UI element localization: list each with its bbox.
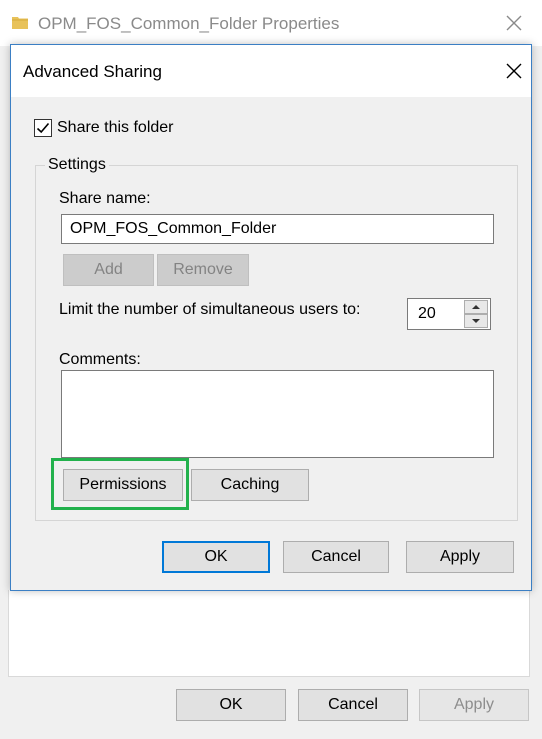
properties-ok-button[interactable]: OK xyxy=(176,689,286,721)
share-folder-label[interactable]: Share this folder xyxy=(57,119,174,137)
limit-users-value[interactable]: 20 xyxy=(418,305,436,323)
permissions-highlight xyxy=(51,458,189,510)
spin-up-icon xyxy=(472,305,480,309)
properties-tab-panel xyxy=(8,590,530,677)
dialog-ok-button[interactable]: OK xyxy=(162,541,270,573)
dialog-apply-button[interactable]: Apply xyxy=(406,541,514,573)
spin-down-icon xyxy=(472,319,480,323)
close-icon[interactable] xyxy=(504,13,524,33)
spin-up-button[interactable] xyxy=(464,300,488,314)
comments-textarea[interactable] xyxy=(61,370,494,458)
limit-users-stepper[interactable]: 20 xyxy=(407,298,491,330)
dialog-cancel-button[interactable]: Cancel xyxy=(283,541,389,573)
folder-icon xyxy=(12,17,28,29)
close-icon[interactable] xyxy=(504,61,524,81)
spin-down-button[interactable] xyxy=(464,314,488,328)
share-name-input[interactable]: OPM_FOS_Common_Folder xyxy=(61,214,494,244)
share-folder-checkbox[interactable] xyxy=(34,119,52,137)
checkmark-icon xyxy=(36,122,50,134)
add-button: Add xyxy=(63,254,154,286)
properties-apply-button: Apply xyxy=(419,689,529,721)
caching-button[interactable]: Caching xyxy=(191,469,309,501)
dialog-titlebar: Advanced Sharing xyxy=(11,45,531,97)
comments-label: Comments: xyxy=(59,351,141,368)
remove-button: Remove xyxy=(157,254,249,286)
properties-title: OPM_FOS_Common_Folder Properties xyxy=(38,14,340,33)
advanced-sharing-dialog: Advanced Sharing Share this folder Setti… xyxy=(10,44,532,591)
share-name-label: Share name: xyxy=(59,190,151,207)
settings-group-label: Settings xyxy=(45,156,109,174)
properties-titlebar: OPM_FOS_Common_Folder Properties xyxy=(0,0,542,46)
limit-users-label: Limit the number of simultaneous users t… xyxy=(59,301,361,318)
properties-cancel-button[interactable]: Cancel xyxy=(298,689,408,721)
dialog-title: Advanced Sharing xyxy=(23,62,162,81)
